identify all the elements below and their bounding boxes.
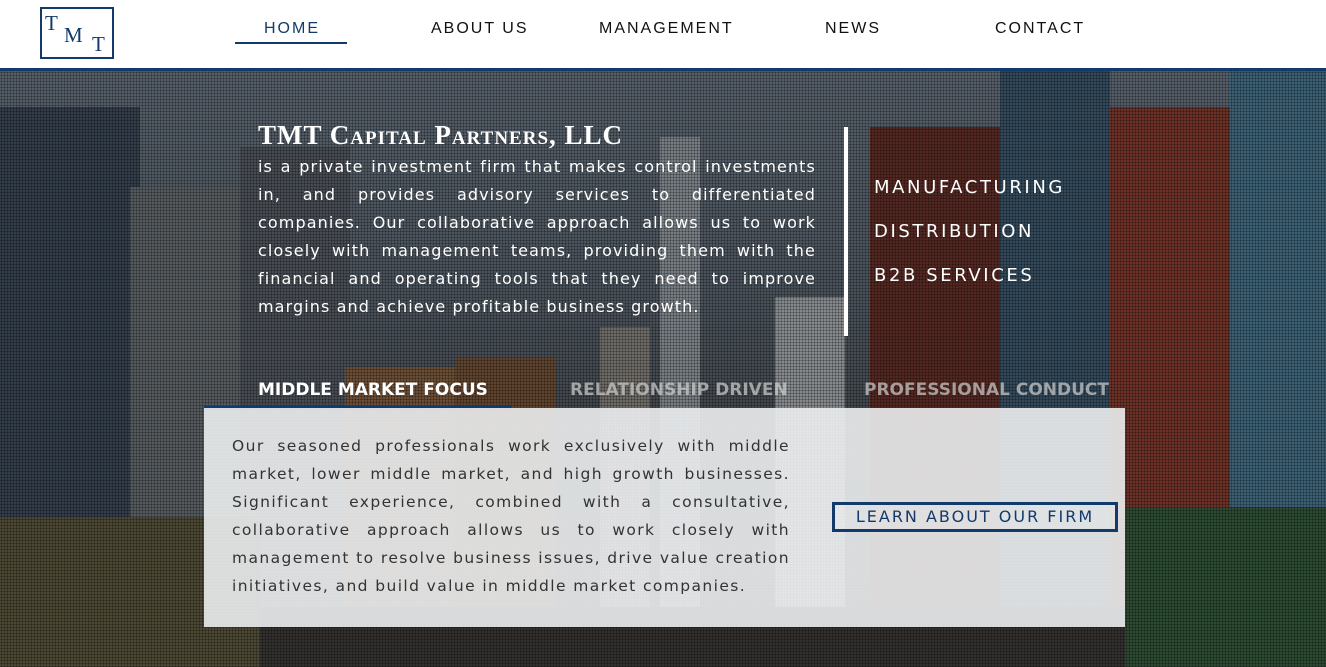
tab-middle-market-focus[interactable]: MIDDLE MARKET FOCUS <box>258 380 488 400</box>
nav-management[interactable]: MANAGEMENT <box>599 20 734 38</box>
company-name: TMT Capital Partners, LLC <box>258 120 624 150</box>
tab-professional-conduct[interactable]: PROFESSIONAL CONDUCT <box>864 380 1109 400</box>
intro-description: is a private investment firm that makes … <box>258 157 816 316</box>
logo-letter-t1: T <box>45 11 58 35</box>
nav-home[interactable]: HOME <box>264 20 320 38</box>
vertical-divider <box>844 127 848 336</box>
tab-content-panel: Our seasoned professionals work exclusiv… <box>204 408 1125 627</box>
nav-active-indicator <box>235 42 347 44</box>
tab-relationship-driven[interactable]: RELATIONSHIP DRIVEN <box>570 380 788 400</box>
panel-description: Our seasoned professionals work exclusiv… <box>232 437 790 595</box>
logo-letter-t2: T <box>92 32 105 56</box>
sector-distribution: DISTRIBUTION <box>874 221 1035 242</box>
nav-contact[interactable]: CONTACT <box>995 20 1085 38</box>
site-header: T M T HOME ABOUT US MANAGEMENT NEWS CONT… <box>0 0 1326 71</box>
sector-list: MANUFACTURING DISTRIBUTION B2B SERVICES <box>874 166 1065 298</box>
intro-block: TMT Capital Partners, LLC is a private i… <box>258 120 816 321</box>
tmt-logo[interactable]: T M T <box>40 7 114 59</box>
sector-manufacturing: MANUFACTURING <box>874 177 1065 198</box>
logo-letter-m: M <box>64 23 83 47</box>
sector-b2b-services: B2B SERVICES <box>874 265 1035 286</box>
learn-about-firm-button[interactable]: LEARN ABOUT OUR FIRM <box>832 502 1118 532</box>
nav-news[interactable]: NEWS <box>825 20 881 38</box>
nav-about-us[interactable]: ABOUT US <box>431 20 529 38</box>
